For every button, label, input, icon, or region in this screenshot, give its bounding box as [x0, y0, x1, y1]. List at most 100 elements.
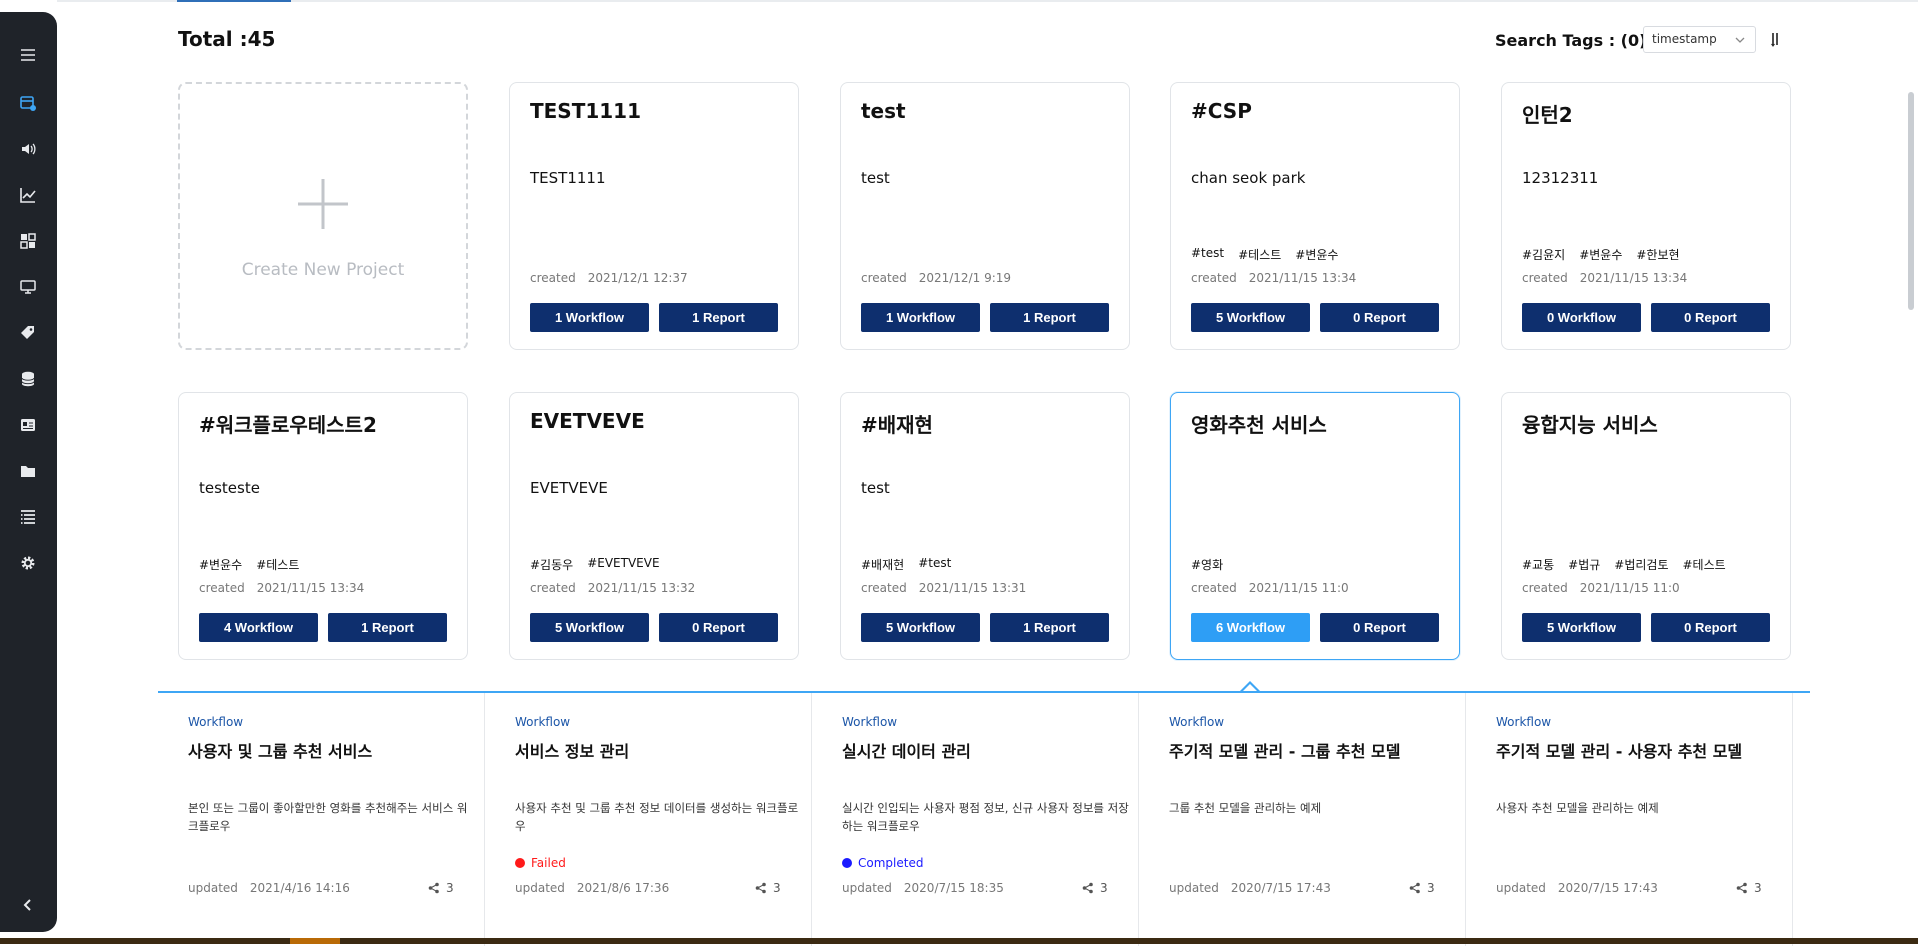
project-created: created 2021/11/15 13:32 [530, 581, 696, 595]
share-count[interactable]: 3 [1409, 881, 1435, 895]
workflow-description: 본인 또는 그룹이 좋아할만한 영화를 추천해주는 서비스 워크플로우 [188, 801, 468, 833]
share-icon [1736, 882, 1747, 894]
project-title: 인턴2 [1522, 103, 1573, 127]
workflow-status: Failed [515, 856, 566, 870]
sidebar [0, 12, 57, 932]
folder-icon[interactable] [15, 458, 41, 484]
project-card[interactable]: test test created 2021/12/1 9:19 1 Workfl… [840, 82, 1130, 350]
tag[interactable]: #김동우 [530, 556, 573, 573]
report-button[interactable]: 0 Report [1320, 303, 1439, 332]
tag[interactable]: #변윤수 [199, 556, 242, 573]
project-tags: #김윤지 #변윤수 #한보현 [1522, 246, 1680, 263]
workflow-card[interactable]: Workflow 사용자 및 그룹 추천 서비스 본인 또는 그룹이 좋아할만한… [158, 693, 485, 946]
project-description: testeste [199, 479, 260, 497]
tag[interactable]: #법규 [1568, 556, 1600, 573]
tag[interactable]: #영화 [1191, 556, 1223, 573]
workflow-updated: updated 2021/4/16 14:16 [188, 881, 350, 895]
workflow-button[interactable]: 1 Workflow [861, 303, 980, 332]
scrollbar[interactable] [1908, 92, 1914, 310]
id-card-icon[interactable] [15, 412, 41, 438]
report-button[interactable]: 0 Report [1320, 613, 1439, 642]
project-created: created 2021/11/15 11:0 [1191, 581, 1349, 595]
workflow-status: Completed [842, 856, 923, 870]
workflow-button[interactable]: 5 Workflow [1522, 613, 1641, 642]
project-card[interactable]: 인턴2 12312311 #김윤지 #변윤수 #한보현 created 2021/… [1501, 82, 1791, 350]
workflow-card[interactable]: Workflow 주기적 모델 관리 - 사용자 추천 모델 사용자 추천 모델… [1466, 693, 1793, 946]
tag[interactable]: #김윤지 [1522, 246, 1565, 263]
create-project-label: Create New Project [241, 260, 405, 280]
search-tags-label[interactable]: Search Tags : (0) [1495, 31, 1646, 50]
tag[interactable]: #test [1191, 246, 1224, 263]
report-button[interactable]: 0 Report [1651, 613, 1770, 642]
tag-icon[interactable] [15, 320, 41, 346]
monitor-icon[interactable] [15, 274, 41, 300]
workflow-button[interactable]: 1 Workflow [530, 303, 649, 332]
project-calendar-icon[interactable] [15, 90, 41, 116]
chart-icon[interactable] [15, 182, 41, 208]
workflow-name: 주기적 모델 관리 - 사용자 추천 모델 [1496, 742, 1743, 761]
status-dot-icon [842, 858, 852, 868]
gear-icon[interactable] [15, 550, 41, 576]
workflow-card[interactable]: Workflow 주기적 모델 관리 - 그룹 추천 모델 그룹 추천 모델을 … [1139, 693, 1466, 946]
project-card[interactable]: EVETVEVE EVETVEVE #김동우 #EVETVEVE created… [509, 392, 799, 660]
share-count[interactable]: 3 [1082, 881, 1108, 895]
tag[interactable]: #EVETVEVE [587, 556, 659, 573]
project-description: chan seok park [1191, 169, 1306, 187]
project-tags: #test #테스트 #변윤수 [1191, 246, 1338, 263]
project-card[interactable]: #배재현 test #배재현 #test created 2021/11/15 1… [840, 392, 1130, 660]
tag[interactable]: #테스트 [1238, 246, 1281, 263]
tag[interactable]: #테스트 [256, 556, 299, 573]
workflow-button-active[interactable]: 6 Workflow [1191, 613, 1310, 642]
project-tags: #김동우 #EVETVEVE [530, 556, 660, 573]
project-card[interactable]: 융합지능 서비스 #교통 #법규 #법리검토 #테스트 created 2021/… [1501, 392, 1791, 660]
create-project-card[interactable]: Create New Project [178, 82, 468, 350]
share-count[interactable]: 3 [1736, 881, 1762, 895]
report-button[interactable]: 1 Report [328, 613, 447, 642]
tag[interactable]: #변윤수 [1579, 246, 1622, 263]
project-title: #CSP [1191, 99, 1252, 123]
project-created: created 2021/12/1 12:37 [530, 271, 688, 285]
project-tags: #영화 [1191, 556, 1223, 573]
project-card[interactable]: #워크플로우테스트2 testeste #변윤수 #테스트 created 202… [178, 392, 468, 660]
share-icon [1409, 882, 1420, 894]
report-button[interactable]: 0 Report [659, 613, 778, 642]
speaker-icon[interactable] [15, 136, 41, 162]
tag[interactable]: #한보현 [1636, 246, 1679, 263]
tag[interactable]: #테스트 [1683, 556, 1726, 573]
workflow-button[interactable]: 4 Workflow [199, 613, 318, 642]
project-tags: #교통 #법규 #법리검토 #테스트 [1522, 556, 1726, 573]
dashboard-icon[interactable] [15, 228, 41, 254]
sort-order-icon[interactable] [1770, 31, 1780, 47]
workflow-button[interactable]: 5 Workflow [530, 613, 649, 642]
project-card[interactable]: TEST1111 TEST1111 created 2021/12/1 12:37… [509, 82, 799, 350]
workflow-description: 사용자 추천 및 그룹 추천 정보 데이터를 생성하는 워크플로우 [515, 801, 799, 833]
report-button[interactable]: 1 Report [990, 613, 1109, 642]
project-card-selected[interactable]: 영화추천 서비스 #영화 created 2021/11/15 11:0 6 Wo… [1170, 392, 1460, 660]
workflow-button[interactable]: 0 Workflow [1522, 303, 1641, 332]
report-button[interactable]: 0 Report [1651, 303, 1770, 332]
workflow-button[interactable]: 5 Workflow [861, 613, 980, 642]
tag[interactable]: #변윤수 [1295, 246, 1338, 263]
project-card[interactable]: #CSP chan seok park #test #테스트 #변윤수 crea… [1170, 82, 1460, 350]
menu-icon[interactable] [15, 42, 41, 68]
plus-icon [298, 179, 348, 229]
workflow-card[interactable]: Workflow 실시간 데이터 관리 실시간 인입되는 사용자 평점 정보, … [812, 693, 1139, 946]
share-icon [755, 882, 766, 894]
workflow-kind: Workflow [1169, 715, 1225, 729]
tag[interactable]: #교통 [1522, 556, 1554, 573]
project-created: created 2021/11/15 13:31 [861, 581, 1027, 595]
sort-select[interactable]: timestamp [1643, 26, 1756, 53]
workflow-card[interactable]: Workflow 서비스 정보 관리 사용자 추천 및 그룹 추천 정보 데이터… [485, 693, 812, 946]
tag[interactable]: #법리검토 [1614, 556, 1668, 573]
workflow-button[interactable]: 5 Workflow [1191, 303, 1310, 332]
share-count[interactable]: 3 [755, 881, 781, 895]
report-button[interactable]: 1 Report [990, 303, 1109, 332]
database-icon[interactable] [15, 366, 41, 392]
tag[interactable]: #배재현 [861, 556, 904, 573]
collapse-sidebar-icon[interactable] [15, 892, 41, 918]
report-button[interactable]: 1 Report [659, 303, 778, 332]
list-icon[interactable] [15, 504, 41, 530]
tag[interactable]: #test [918, 556, 951, 573]
share-count[interactable]: 3 [428, 881, 454, 895]
workflow-updated: updated 2021/8/6 17:36 [515, 881, 670, 895]
